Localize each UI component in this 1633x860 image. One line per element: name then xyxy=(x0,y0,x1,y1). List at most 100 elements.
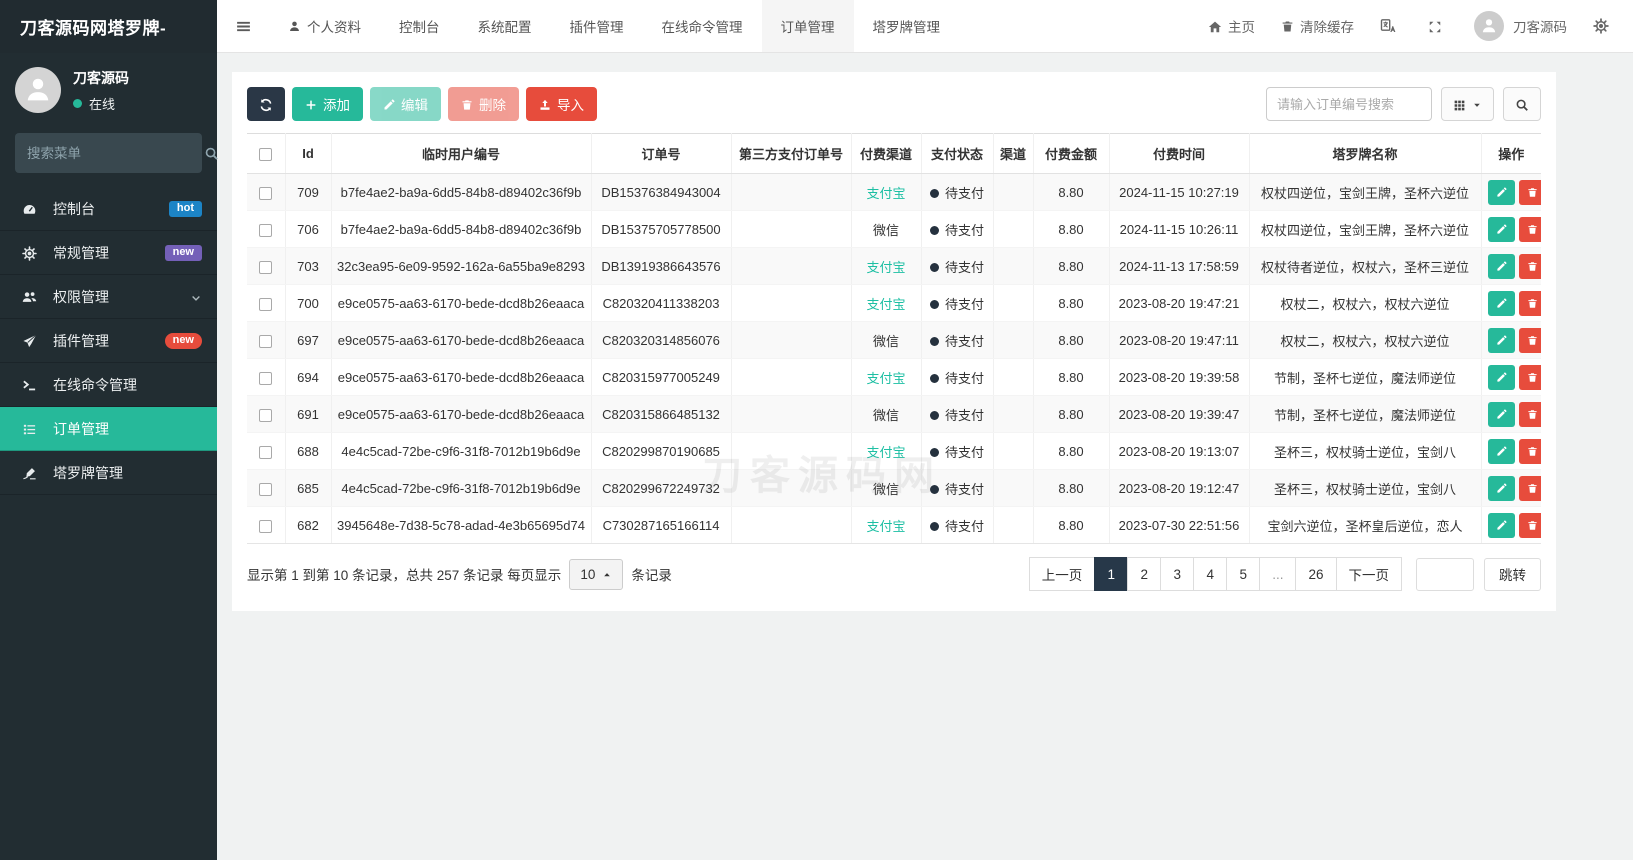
row-edit-button[interactable] xyxy=(1487,327,1515,353)
row-checkbox[interactable] xyxy=(259,408,273,422)
tab-label: 订单管理 xyxy=(780,20,835,35)
row-checkbox[interactable] xyxy=(259,482,273,496)
row-delete-button[interactable] xyxy=(1518,179,1541,205)
pay-channel-cell[interactable]: 支付宝 xyxy=(851,247,922,285)
fullscreen-button[interactable] xyxy=(1428,18,1448,33)
row-delete-button[interactable] xyxy=(1518,438,1541,464)
order-no-cell: C820320411338203 xyxy=(591,284,732,322)
row-checkbox[interactable] xyxy=(259,297,273,311)
user-avatar[interactable] xyxy=(15,67,61,113)
tab-tarot-manage[interactable]: 塔罗牌管理 xyxy=(854,0,960,52)
page-button-5[interactable]: 5 xyxy=(1226,557,1261,591)
prev-page-button[interactable]: 上一页 xyxy=(1028,557,1096,591)
row-edit-button[interactable] xyxy=(1487,253,1515,279)
hamburger-menu-icon[interactable] xyxy=(217,0,269,52)
search-icon[interactable] xyxy=(204,145,219,161)
refresh-button[interactable] xyxy=(247,87,285,121)
page-jump-button[interactable]: 跳转 xyxy=(1484,557,1541,591)
row-delete-button[interactable] xyxy=(1518,327,1541,353)
row-edit-button[interactable] xyxy=(1487,438,1515,464)
column-header[interactable]: 付费渠道 xyxy=(851,133,922,174)
account-menu[interactable]: 刀客源码 xyxy=(1474,11,1567,41)
pay-channel-cell[interactable]: 支付宝 xyxy=(851,358,922,396)
tab-plugin-manage[interactable]: 插件管理 xyxy=(551,0,643,52)
actions-cell xyxy=(1481,395,1541,433)
order-search-input[interactable] xyxy=(1266,87,1432,121)
edit-button[interactable]: 编辑 xyxy=(370,87,441,121)
row-delete-button[interactable] xyxy=(1518,253,1541,279)
row-delete-button[interactable] xyxy=(1518,290,1541,316)
row-checkbox[interactable] xyxy=(259,186,273,200)
sidebar-item-console[interactable]: 控制台 hot xyxy=(0,187,217,231)
add-button[interactable]: 添加 xyxy=(292,87,363,121)
row-edit-button[interactable] xyxy=(1487,475,1515,501)
pay-status-cell: 待支付 xyxy=(921,173,994,211)
row-delete-button[interactable] xyxy=(1518,401,1541,427)
row-delete-button[interactable] xyxy=(1518,475,1541,501)
sidebar-item-plugin[interactable]: 插件管理 new xyxy=(0,319,217,363)
column-header[interactable]: 临时用户编号 xyxy=(331,133,592,174)
select-all-checkbox[interactable] xyxy=(259,148,273,162)
column-header[interactable]: 订单号 xyxy=(591,133,732,174)
settings-button[interactable] xyxy=(1593,18,1615,34)
pay-channel-cell[interactable]: 支付宝 xyxy=(851,432,922,470)
sidebar-item-order[interactable]: 订单管理 xyxy=(0,407,217,451)
row-checkbox[interactable] xyxy=(259,223,273,237)
page-button-2[interactable]: 2 xyxy=(1127,557,1162,591)
row-checkbox[interactable] xyxy=(259,334,273,348)
row-edit-button[interactable] xyxy=(1487,179,1515,205)
sidebar-item-tarot[interactable]: 塔罗牌管理 xyxy=(0,451,217,495)
pay-channel-cell[interactable]: 支付宝 xyxy=(851,173,922,211)
row-delete-button[interactable] xyxy=(1518,216,1541,242)
columns-dropdown-button[interactable] xyxy=(1441,87,1494,121)
page-button-1[interactable]: 1 xyxy=(1094,557,1129,591)
delete-button[interactable]: 删除 xyxy=(448,87,519,121)
row-checkbox[interactable] xyxy=(259,519,273,533)
column-header[interactable]: 操作 xyxy=(1481,133,1541,174)
column-header[interactable]: 支付状态 xyxy=(921,133,994,174)
import-button[interactable]: 导入 xyxy=(526,87,597,121)
home-button[interactable]: 主页 xyxy=(1208,16,1255,36)
language-button[interactable] xyxy=(1380,18,1402,34)
pay-status-cell: 待支付 xyxy=(921,395,994,433)
tab-online-command[interactable]: 在线命令管理 xyxy=(643,0,762,52)
pay-channel-cell[interactable]: 支付宝 xyxy=(851,506,922,544)
column-header[interactable]: 付费时间 xyxy=(1109,133,1250,174)
row-checkbox[interactable] xyxy=(259,260,273,274)
pay-status-cell: 待支付 xyxy=(921,284,994,322)
row-edit-button[interactable] xyxy=(1487,512,1515,538)
search-submit-button[interactable] xyxy=(1503,87,1541,121)
row-checkbox[interactable] xyxy=(259,371,273,385)
next-page-button[interactable]: 下一页 xyxy=(1335,557,1402,591)
column-header[interactable]: 塔罗牌名称 xyxy=(1249,133,1482,174)
row-edit-button[interactable] xyxy=(1487,290,1515,316)
column-header[interactable]: Id xyxy=(285,133,332,174)
page-jump-input[interactable] xyxy=(1416,557,1474,591)
sidebar-item-general[interactable]: 常规管理 new xyxy=(0,231,217,275)
row-edit-button[interactable] xyxy=(1487,216,1515,242)
page-button-3[interactable]: 3 xyxy=(1160,557,1195,591)
pay-channel-cell[interactable]: 支付宝 xyxy=(851,284,922,322)
tab-order-manage[interactable]: 订单管理 xyxy=(761,0,854,52)
row-delete-button[interactable] xyxy=(1518,364,1541,390)
sidebar-item-permission[interactable]: 权限管理 xyxy=(0,275,217,319)
pay-channel-cell: 微信 xyxy=(851,321,922,359)
page-size-select[interactable]: 10 xyxy=(569,558,624,590)
page-button-26[interactable]: 26 xyxy=(1295,557,1337,591)
sidebar-item-online-command[interactable]: 在线命令管理 xyxy=(0,363,217,407)
page-button-4[interactable]: 4 xyxy=(1193,557,1228,591)
row-edit-button[interactable] xyxy=(1487,401,1515,427)
column-header[interactable]: 付费金额 xyxy=(1033,133,1110,174)
sidebar-search-input[interactable] xyxy=(27,145,204,161)
column-header[interactable]: 第三方支付订单号 xyxy=(731,133,852,174)
row-checkbox[interactable] xyxy=(259,445,273,459)
row-delete-button[interactable] xyxy=(1518,512,1541,538)
row-edit-button[interactable] xyxy=(1487,364,1515,390)
tab-system-config[interactable]: 系统配置 xyxy=(459,0,551,52)
app-logo[interactable]: 刀客源码网塔罗牌- xyxy=(0,0,217,53)
tab-console[interactable]: 控制台 xyxy=(380,0,459,52)
order-table-card: 添加 编辑 删除 导入 Id临时用户编号订单号第三方支付订单号付费渠道支付状态渠… xyxy=(232,72,1556,611)
column-header[interactable]: 渠道 xyxy=(993,133,1034,174)
tab-profile[interactable]: 个人资料 xyxy=(269,0,380,52)
clear-cache-button[interactable]: 清除缓存 xyxy=(1281,16,1354,36)
